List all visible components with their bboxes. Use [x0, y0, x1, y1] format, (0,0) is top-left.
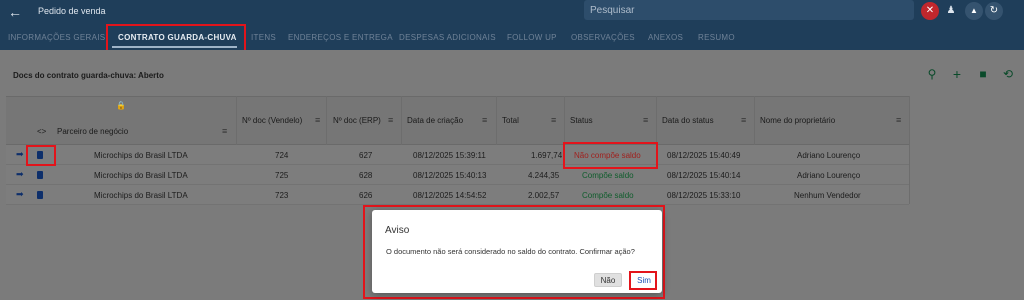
tab-contrato-guarda-chuva[interactable]: CONTRATO GUARDA-CHUVA	[118, 33, 237, 42]
cell-proprietario: Adriano Lourenço	[797, 151, 861, 160]
status-badge: Compõe saldo	[582, 171, 634, 180]
column-header-status[interactable]: Status	[570, 116, 593, 125]
tab-resumo[interactable]: RESUMO	[698, 33, 735, 42]
refresh-icon[interactable]: ↻	[985, 2, 1003, 20]
cell-data-status: 08/12/2025 15:33:10	[667, 191, 741, 200]
cell-doc-erp: 627	[359, 151, 373, 160]
column-header-doc-vendelo[interactable]: Nº doc (Vendelo)	[242, 116, 302, 125]
cell-proprietario: Adriano Lourenço	[797, 171, 861, 180]
status-badge: Compõe saldo	[582, 191, 634, 200]
cell-total: 1.697,74	[531, 151, 563, 160]
column-menu-icon[interactable]: ≡	[222, 126, 227, 136]
tab-itens[interactable]: ITENS	[251, 33, 276, 42]
tab-observacoes[interactable]: OBSERVAÇÕES	[571, 33, 635, 42]
cell-total: 2.002,57	[528, 191, 560, 200]
lock-icon: 🔒	[116, 101, 126, 110]
user-icon[interactable]: ♟	[942, 2, 960, 20]
save-icon[interactable]: ■	[975, 66, 991, 82]
arrow-right-icon[interactable]: ➡	[16, 189, 24, 200]
dialog-title: Aviso	[385, 225, 410, 236]
column-header-data-criacao[interactable]: Data de criação	[407, 116, 463, 125]
column-header-code[interactable]: <>	[37, 127, 46, 136]
cell-parceiro: Microchips do Brasil LTDA	[94, 171, 188, 180]
column-divider	[909, 96, 910, 204]
cell-doc-erp: 628	[359, 171, 373, 180]
column-menu-icon[interactable]: ≡	[388, 115, 393, 125]
column-header-doc-erp[interactable]: Nº doc (ERP)	[333, 116, 381, 125]
dialog-message: O documento não será considerado no sald…	[386, 247, 635, 256]
cell-doc-vendelo: 725	[275, 171, 289, 180]
no-button[interactable]: Não	[594, 273, 622, 287]
trash-icon[interactable]	[37, 151, 43, 159]
top-bar: ← Pedido de venda ✕ ♟ ▲ ↻	[0, 0, 1024, 24]
search-input[interactable]	[584, 0, 914, 21]
column-header-parceiro[interactable]: Parceiro de negócio	[57, 127, 128, 136]
cell-total: 4.244,35	[528, 171, 560, 180]
trash-icon[interactable]	[37, 191, 43, 199]
arrow-right-icon[interactable]: ➡	[16, 149, 24, 160]
notification-off-icon[interactable]: ✕	[921, 2, 939, 20]
cell-data-criacao: 08/12/2025 15:39:11	[413, 151, 486, 160]
docs-status-title: Docs do contrato guarda-chuva: Aberto	[13, 71, 164, 80]
column-menu-icon[interactable]: ≡	[551, 115, 556, 125]
column-menu-icon[interactable]: ≡	[315, 115, 320, 125]
cell-doc-vendelo: 723	[275, 191, 289, 200]
column-menu-icon[interactable]: ≡	[896, 115, 901, 125]
cell-data-status: 08/12/2025 15:40:14	[667, 171, 741, 180]
column-header-total[interactable]: Total	[502, 116, 519, 125]
column-menu-icon[interactable]: ≡	[741, 115, 746, 125]
active-tab-indicator	[112, 46, 237, 48]
trash-icon[interactable]	[37, 171, 43, 179]
chevron-up-icon[interactable]: ▲	[965, 2, 983, 20]
search-icon[interactable]: ⚲	[924, 66, 940, 82]
back-arrow-icon[interactable]: ←	[8, 3, 22, 21]
cell-parceiro: Microchips do Brasil LTDA	[94, 151, 188, 160]
status-badge: Não compõe saldo	[574, 151, 641, 160]
cell-parceiro: Microchips do Brasil LTDA	[94, 191, 188, 200]
cell-data-status: 08/12/2025 15:40:49	[667, 151, 741, 160]
add-icon[interactable]: +	[949, 66, 965, 82]
cell-data-criacao: 08/12/2025 15:40:13	[413, 171, 487, 180]
cell-data-criacao: 08/12/2025 14:54:52	[413, 191, 487, 200]
column-menu-icon[interactable]: ≡	[643, 115, 648, 125]
tab-follow-up[interactable]: FOLLOW UP	[507, 33, 557, 42]
search-box[interactable]	[584, 0, 914, 21]
cell-doc-vendelo: 724	[275, 151, 289, 160]
history-icon[interactable]: ⟲	[1000, 66, 1016, 82]
tab-despesas-adicionais[interactable]: DESPESAS ADICIONAIS	[399, 33, 496, 42]
column-menu-icon[interactable]: ≡	[482, 115, 487, 125]
cell-proprietario: Nenhum Vendedor	[794, 191, 861, 200]
column-header-data-status[interactable]: Data do status	[662, 116, 714, 125]
page-title: Pedido de venda	[38, 6, 106, 16]
tab-informacoes-gerais[interactable]: INFORMAÇÕES GERAIS	[8, 33, 105, 42]
tab-enderecos-entrega[interactable]: ENDEREÇOS E ENTREGA	[288, 33, 393, 42]
cell-doc-erp: 626	[359, 191, 373, 200]
yes-button[interactable]: Sim	[633, 273, 655, 287]
arrow-right-icon[interactable]: ➡	[16, 169, 24, 180]
tab-anexos[interactable]: ANEXOS	[648, 33, 683, 42]
column-header-proprietario[interactable]: Nome do proprietário	[760, 116, 835, 125]
